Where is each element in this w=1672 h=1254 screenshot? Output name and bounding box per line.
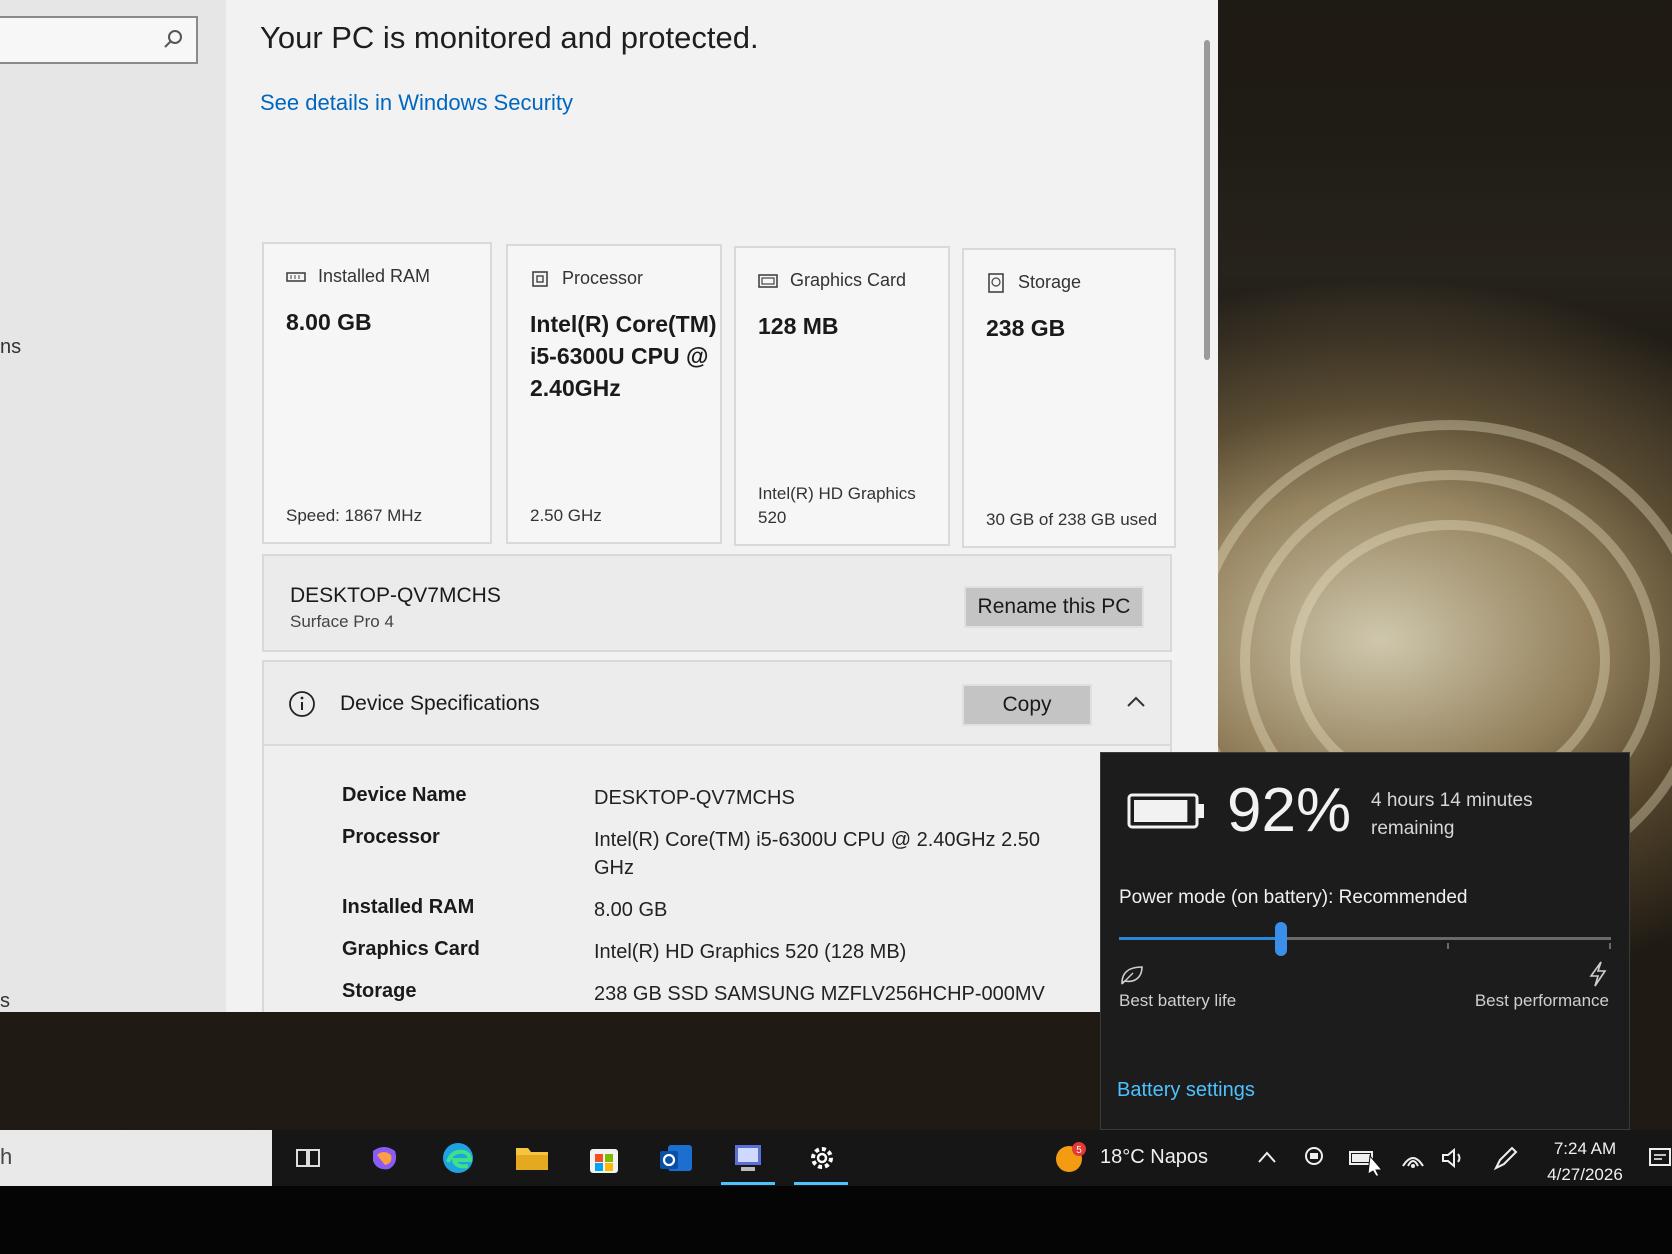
weather-badge: 5 <box>1076 1145 1082 1156</box>
spec-value: 8.00 GB <box>594 899 668 921</box>
card-title: Processor <box>562 268 644 288</box>
settings-icon[interactable] <box>802 1138 842 1178</box>
windows-security-link[interactable]: See details in Windows Security <box>260 90 573 116</box>
battery-tray-icon[interactable] <box>1348 1146 1384 1176</box>
store-icon[interactable] <box>584 1138 624 1178</box>
card-storage: Storage 238 GB 30 GB of 238 GB used <box>962 248 1176 548</box>
device-specifications-panel: Device Specifications Copy Device Name D… <box>262 660 1172 1012</box>
ram-icon <box>286 271 306 282</box>
battery-icon <box>1127 793 1204 829</box>
notification-icon[interactable] <box>1648 1146 1672 1172</box>
battery-percent: 92% <box>1227 776 1352 845</box>
spec-value: 238 GB SSD SAMSUNG MZFLV256HCHP-000MV <box>594 983 1045 1005</box>
card-footer: 30 GB of 238 GB used <box>986 510 1158 529</box>
active-app-indicator <box>721 1182 775 1185</box>
card-title: Installed RAM <box>318 266 431 286</box>
card-value: 128 MB <box>758 313 839 339</box>
settings-search-input[interactable] <box>0 16 198 64</box>
storage-icon <box>988 272 1004 293</box>
copy-button[interactable]: Copy <box>962 684 1092 726</box>
about-page: Your PC is monitored and protected. See … <box>226 0 1218 1012</box>
taskbar: h 5 18°C Napos 7:24 AM 4/27/2026 <box>0 1130 1672 1186</box>
spec-key: Storage <box>342 980 417 1002</box>
best-battery-label: Best battery life <box>1119 991 1237 1010</box>
sidebar-item-fragment[interactable]: ns <box>0 336 21 359</box>
weather-text[interactable]: 18°C Napos <box>1100 1146 1208 1169</box>
active-app-indicator <box>794 1182 848 1185</box>
volume-icon[interactable] <box>1440 1146 1466 1170</box>
clock-time: 7:24 AM <box>1553 1139 1617 1158</box>
power-mode-label: Power mode (on battery): Recommended <box>1119 887 1468 908</box>
task-view-icon[interactable] <box>288 1138 328 1178</box>
scrollbar[interactable] <box>1204 40 1210 360</box>
slider-thumb[interactable] <box>1275 922 1288 956</box>
card-installed-ram: Installed RAM 8.00 GB Speed: 1867 MHz <box>262 242 492 544</box>
security-status: Your PC is monitored and protected. <box>260 20 759 55</box>
clock-date: 4/27/2026 <box>1547 1165 1623 1184</box>
spec-key: Processor <box>342 826 440 848</box>
settings-sidebar: ns s <box>0 0 226 1012</box>
best-performance-label: Best performance <box>1474 991 1609 1010</box>
spec-key: Graphics Card <box>342 938 480 960</box>
edge-icon[interactable] <box>438 1138 478 1178</box>
pen-icon[interactable] <box>1492 1144 1520 1172</box>
settings-window: ns s Your PC is monitored and protected.… <box>0 0 1218 1012</box>
taskbar-search-text: h <box>0 1144 13 1169</box>
pc-model: Surface Pro 4 <box>290 612 394 631</box>
device-specifications-header[interactable]: Device Specifications Copy <box>264 662 1170 746</box>
slider-tick <box>1447 943 1449 949</box>
chevron-up-icon[interactable] <box>1256 1148 1278 1166</box>
card-value: 8.00 GB <box>286 309 372 335</box>
file-explorer-icon[interactable] <box>512 1138 552 1178</box>
system-info-icon[interactable] <box>728 1138 768 1178</box>
taskbar-clock[interactable]: 7:24 AM 4/27/2026 <box>1540 1136 1630 1188</box>
pc-name: DESKTOP-QV7MCHS <box>290 584 501 607</box>
battery-flyout: 92% 4 hours 14 minutes remaining Power m… <box>1100 752 1630 1130</box>
card-footer: Speed: 1867 MHz <box>286 506 423 525</box>
wifi-icon[interactable] <box>1400 1146 1426 1170</box>
rename-pc-button[interactable]: Rename this PC <box>964 586 1144 628</box>
slider-tick <box>1609 943 1611 949</box>
spec-value: DESKTOP-QV7MCHS <box>594 787 795 809</box>
card-title: Graphics Card <box>790 270 907 290</box>
card-title: Storage <box>1018 272 1082 292</box>
info-icon <box>289 691 315 717</box>
spec-value: Intel(R) HD Graphics 520 (128 MB) <box>594 941 907 963</box>
outlook-icon[interactable] <box>656 1138 696 1178</box>
card-footer: Intel(R) HD Graphics 520 <box>758 484 916 527</box>
card-footer: 2.50 GHz <box>530 506 602 525</box>
graphics-card-icon <box>758 273 778 288</box>
chevron-up-icon[interactable] <box>1124 690 1148 714</box>
battery-settings-link[interactable]: Battery settings <box>1117 1079 1255 1102</box>
spec-value: Intel(R) Core(TM) i5-6300U CPU @ 2.40GHz… <box>594 829 1040 879</box>
spec-key: Device Name <box>342 784 467 806</box>
weather-icon[interactable]: 5 <box>1052 1138 1088 1178</box>
copilot-icon[interactable] <box>364 1138 404 1178</box>
spec-key: Installed RAM <box>342 896 475 918</box>
screen-bezel <box>0 1186 1672 1254</box>
taskbar-search[interactable]: h <box>0 1130 272 1186</box>
device-specifications-title: Device Specifications <box>340 692 540 715</box>
pc-name-row: DESKTOP-QV7MCHS Surface Pro 4 Rename thi… <box>262 554 1172 652</box>
power-mode-slider[interactable] <box>1119 922 1611 956</box>
processor-icon <box>532 270 548 287</box>
slider-fill <box>1119 937 1282 940</box>
card-value: Intel(R) Core(TM) i5-6300U CPU @ 2.40GHz <box>530 311 717 401</box>
leaf-icon <box>1121 966 1143 985</box>
card-value: 238 GB <box>986 315 1066 341</box>
card-processor: Processor Intel(R) Core(TM) i5-6300U CPU… <box>506 244 722 544</box>
meet-now-icon[interactable] <box>1302 1144 1326 1170</box>
lightning-icon <box>1589 961 1607 987</box>
battery-time-remaining: 4 hours 14 minutes remaining <box>1371 790 1533 839</box>
card-graphics: Graphics Card 128 MB Intel(R) HD Graphic… <box>734 246 950 546</box>
search-icon[interactable] <box>162 28 184 50</box>
sidebar-item-fragment[interactable]: s <box>0 990 10 1012</box>
